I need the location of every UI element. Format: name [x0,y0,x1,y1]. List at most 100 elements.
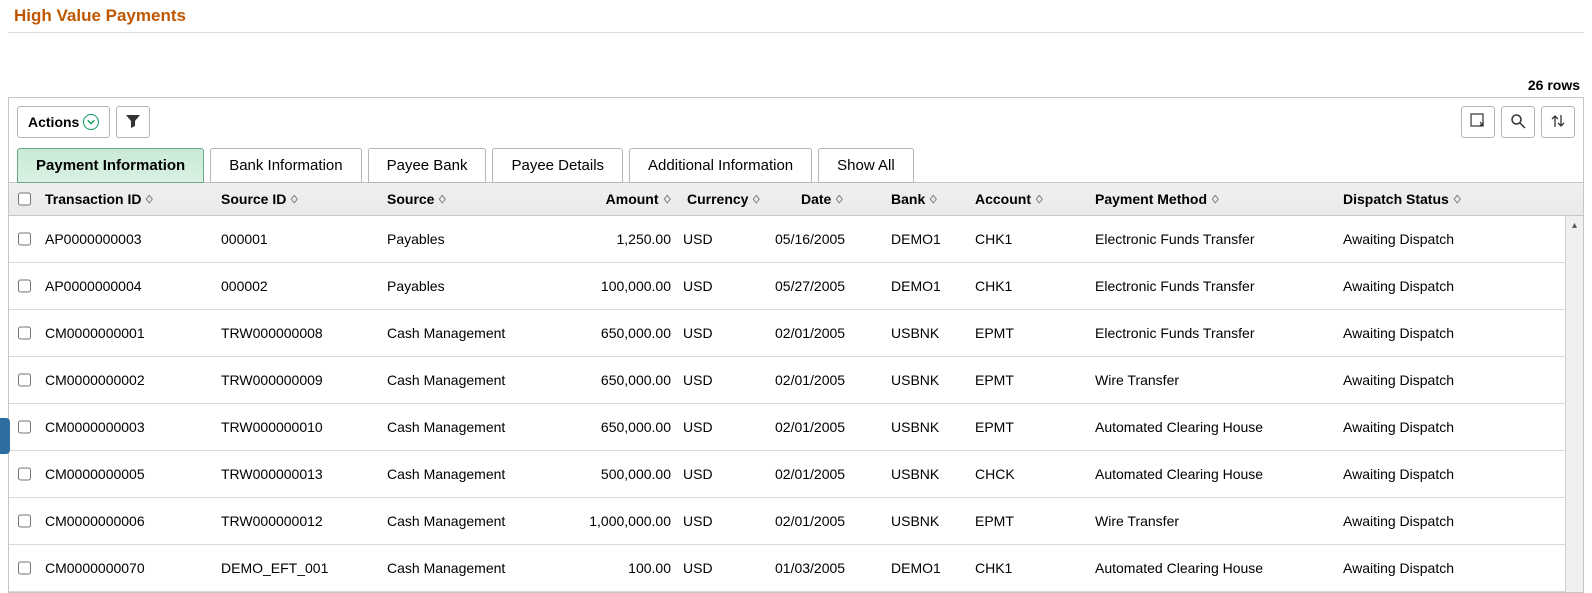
grid-toolbar: Actions [9,98,1583,147]
filter-button[interactable] [116,106,150,138]
cell-currency: USD [677,513,769,529]
chevron-down-icon [83,114,99,130]
sort-indicator-icon: ◇ [146,197,153,202]
tab[interactable]: Bank Information [210,148,361,183]
cell-account: EPMT [969,419,1089,435]
cell-account: CHK1 [969,231,1089,247]
tab[interactable]: Show All [818,148,914,183]
tab[interactable]: Payment Information [17,148,204,183]
cell-transaction-id: AP0000000003 [39,231,215,247]
row-checkbox[interactable] [18,373,31,387]
cell-source-id: TRW000000008 [215,325,381,341]
cell-currency: USD [677,419,769,435]
sort-indicator-icon: ◇ [439,197,446,202]
col-amount[interactable]: Amount◇ [561,191,677,207]
cell-bank: DEMO1 [885,231,969,247]
cell-source-id: TRW000000009 [215,372,381,388]
cell-dispatch-status: Awaiting Dispatch [1337,325,1565,341]
col-bank[interactable]: Bank◇ [885,191,969,207]
col-dispatch-status[interactable]: Dispatch Status◇ [1337,191,1565,207]
actions-button[interactable]: Actions [17,106,110,138]
table-row: CM0000000070DEMO_EFT_001Cash Management1… [9,545,1583,592]
select-all-checkbox[interactable] [18,192,31,206]
cell-date: 05/27/2005 [769,278,885,294]
cell-date: 01/03/2005 [769,560,885,576]
sort-indicator-icon: ◇ [291,197,298,202]
cell-account: CHCK [969,466,1089,482]
sort-icon [1550,113,1566,132]
col-transaction-id[interactable]: Transaction ID◇ [39,191,215,207]
cell-currency: USD [677,278,769,294]
col-source-id[interactable]: Source ID◇ [215,191,381,207]
cell-bank: USBNK [885,325,969,341]
table-row: CM0000000001TRW000000008Cash Management6… [9,310,1583,357]
tab[interactable]: Payee Bank [368,148,487,183]
cell-bank: DEMO1 [885,560,969,576]
cell-date: 05/16/2005 [769,231,885,247]
cell-dispatch-status: Awaiting Dispatch [1337,560,1565,576]
row-count: 26 rows [8,75,1584,97]
cell-source-id: DEMO_EFT_001 [215,560,381,576]
actions-label: Actions [28,114,79,130]
row-checkbox[interactable] [18,326,31,340]
cell-payment-method: Automated Clearing House [1089,560,1337,576]
table-row: CM0000000002TRW000000009Cash Management6… [9,357,1583,404]
row-checkbox[interactable] [18,279,31,293]
export-button[interactable] [1461,106,1495,138]
cell-dispatch-status: Awaiting Dispatch [1337,372,1565,388]
cell-source-id: 000001 [215,231,381,247]
cell-date: 02/01/2005 [769,372,885,388]
cell-transaction-id: AP0000000004 [39,278,215,294]
cell-currency: USD [677,231,769,247]
cell-dispatch-status: Awaiting Dispatch [1337,419,1565,435]
select-all-cell [9,189,39,209]
col-date[interactable]: Date◇ [769,191,885,207]
row-checkbox[interactable] [18,420,31,434]
cell-currency: USD [677,325,769,341]
row-checkbox[interactable] [18,467,31,481]
sort-indicator-icon: ◇ [1454,197,1461,202]
cell-payment-method: Electronic Funds Transfer [1089,278,1337,294]
cell-amount: 1,000,000.00 [561,513,677,529]
side-handle[interactable] [0,418,10,454]
search-button[interactable] [1501,106,1535,138]
vertical-scrollbar[interactable]: ▴ [1565,216,1583,592]
sort-indicator-icon: ◇ [753,197,760,202]
page-title: High Value Payments [8,4,1584,33]
scroll-up-icon[interactable]: ▴ [1566,216,1583,234]
cell-account: EPMT [969,325,1089,341]
sort-indicator-icon: ◇ [930,197,937,202]
row-checkbox[interactable] [18,561,31,575]
cell-bank: USBNK [885,419,969,435]
sort-button[interactable] [1541,106,1575,138]
grid-tabs: Payment InformationBank InformationPayee… [9,148,1583,183]
cell-transaction-id: CM0000000001 [39,325,215,341]
cell-source-id: TRW000000012 [215,513,381,529]
table-row: CM0000000005TRW000000013Cash Management5… [9,451,1583,498]
col-source[interactable]: Source◇ [381,191,561,207]
col-payment-method[interactable]: Payment Method◇ [1089,191,1337,207]
cell-currency: USD [677,560,769,576]
cell-date: 02/01/2005 [769,325,885,341]
cell-account: EPMT [969,372,1089,388]
col-currency[interactable]: Currency◇ [677,191,769,207]
search-icon [1510,113,1526,132]
tab[interactable]: Payee Details [492,148,623,183]
cell-source-id: 000002 [215,278,381,294]
sort-indicator-icon: ◇ [1212,197,1219,202]
cell-account: CHK1 [969,560,1089,576]
cell-source-id: TRW000000013 [215,466,381,482]
cell-transaction-id: CM0000000003 [39,419,215,435]
filter-icon [125,113,141,132]
col-account[interactable]: Account◇ [969,191,1089,207]
cell-bank: USBNK [885,372,969,388]
row-checkbox[interactable] [18,514,31,528]
cell-transaction-id: CM0000000006 [39,513,215,529]
cell-transaction-id: CM0000000002 [39,372,215,388]
tab[interactable]: Additional Information [629,148,812,183]
row-checkbox[interactable] [18,232,31,246]
cell-amount: 100.00 [561,560,677,576]
cell-payment-method: Electronic Funds Transfer [1089,231,1337,247]
cell-amount: 650,000.00 [561,419,677,435]
cell-source: Payables [381,231,561,247]
